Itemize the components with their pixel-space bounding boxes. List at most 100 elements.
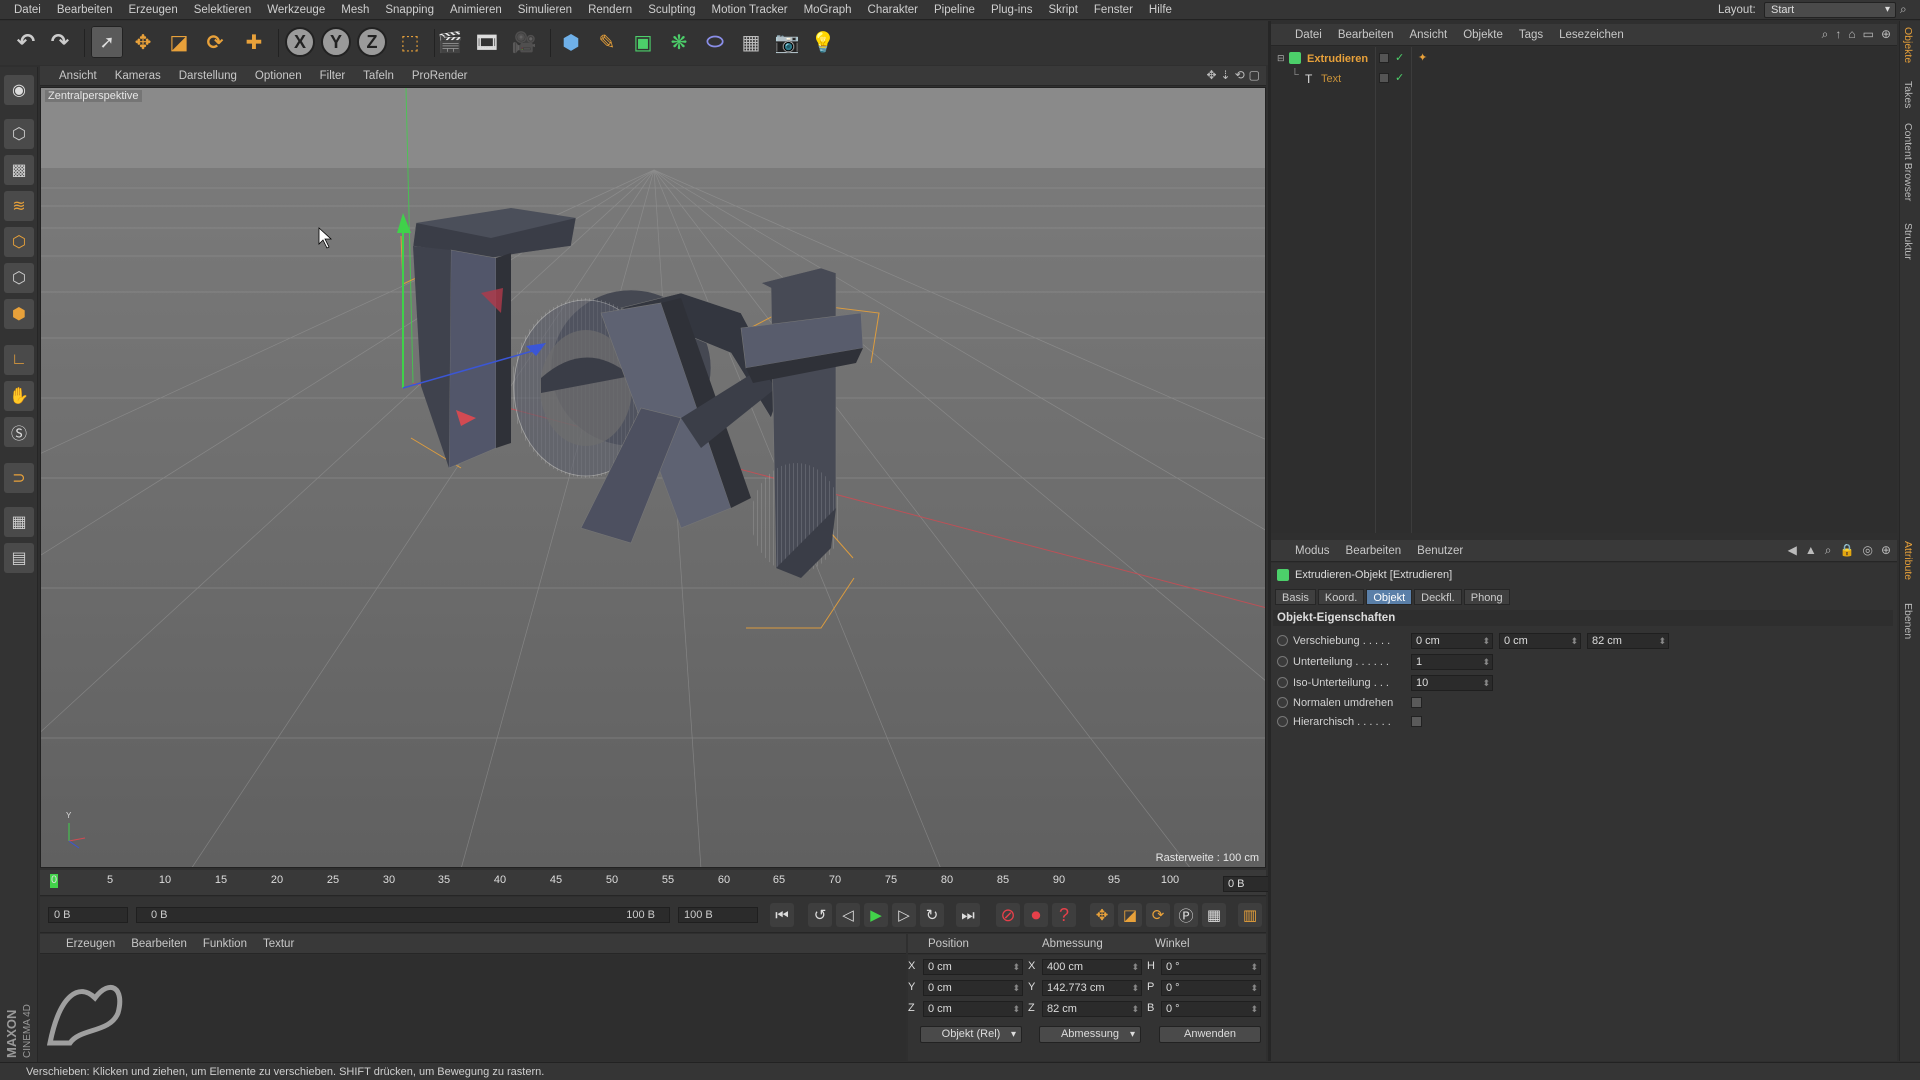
om-menu-objekte[interactable]: Objekte [1455, 24, 1511, 46]
layout-dropdown[interactable]: Start [1764, 2, 1896, 18]
side-tab-takes[interactable]: Takes [1902, 81, 1914, 108]
new-view-icon[interactable]: ▭ [1863, 27, 1874, 42]
object-name[interactable]: Text [1321, 69, 1341, 89]
make-editable-icon[interactable]: ◉ [4, 75, 34, 105]
menu-pipeline[interactable]: Pipeline [926, 0, 983, 20]
menu-rendern[interactable]: Rendern [580, 0, 640, 20]
live-selection-icon[interactable]: ✚ [238, 26, 270, 58]
rotation-h-field[interactable]: 0 ° [1161, 959, 1261, 975]
scale-tool-icon[interactable]: ◪ [163, 26, 195, 58]
menu-snapping[interactable]: Snapping [377, 0, 442, 20]
coordinate-system-icon[interactable]: ⬚ [394, 26, 426, 58]
key-rotation-icon[interactable]: ⟳ [1146, 903, 1170, 927]
y-axis-lock-button[interactable]: Y [320, 26, 352, 58]
unterteilung-field[interactable]: 1 [1411, 654, 1493, 670]
expand-icon[interactable]: ⊕ [1881, 27, 1891, 42]
camera-icon[interactable]: 📷 [771, 26, 803, 58]
cloner-icon[interactable]: ❋ [663, 26, 695, 58]
maximize-view-icon[interactable]: ▢ [1249, 68, 1260, 82]
size-y-field[interactable]: 142.773 cm [1042, 980, 1142, 996]
visibility-dots-icon[interactable] [1379, 73, 1389, 83]
viewport-menu-optionen[interactable]: Optionen [246, 66, 311, 86]
deformer-icon[interactable]: ⬭ [699, 26, 731, 58]
om-menu-lesezeichen[interactable]: Lesezeichen [1551, 24, 1632, 46]
viewport-menu-filter[interactable]: Filter [311, 66, 355, 86]
enabled-check-icon[interactable]: ✓ [1395, 51, 1404, 64]
tab-koord[interactable]: Koord. [1317, 589, 1365, 605]
workplane-icon[interactable]: ≋ [4, 191, 34, 221]
cube-icon[interactable]: ⬢ [555, 26, 587, 58]
snapping-icon[interactable]: Ⓢ [4, 417, 34, 447]
normalen-checkbox[interactable] [1411, 697, 1422, 708]
position-z-field[interactable]: 0 cm [923, 1001, 1023, 1017]
hierarchisch-checkbox[interactable] [1411, 716, 1422, 727]
om-menu-tags[interactable]: Tags [1511, 24, 1551, 46]
settings-icon[interactable]: ◎ [1862, 543, 1872, 558]
object-list[interactable]: ⊟ Extrudieren ✓ ✦ └ T Text ✓ [1271, 47, 1897, 533]
iso-unterteilung-field[interactable]: 10 [1411, 675, 1493, 691]
floor-icon[interactable]: ▦ [735, 26, 767, 58]
rotation-p-field[interactable]: 0 ° [1161, 980, 1261, 996]
animation-radio[interactable] [1277, 635, 1288, 646]
key-position-icon[interactable]: ✥ [1090, 903, 1114, 927]
pen-icon[interactable]: ✎ [591, 26, 623, 58]
texture-mode-icon[interactable]: ▩ [4, 155, 34, 185]
dolly-icon[interactable]: ⇣ [1221, 68, 1231, 82]
menu-hilfe[interactable]: Hilfe [1141, 0, 1180, 20]
menu-selektieren[interactable]: Selektieren [186, 0, 260, 20]
size-x-field[interactable]: 400 cm [1042, 959, 1142, 975]
menu-erzeugen[interactable]: Erzeugen [120, 0, 185, 20]
menu-bearbeiten[interactable]: Bearbeiten [49, 0, 121, 20]
visibility-dots-icon[interactable] [1379, 53, 1389, 63]
menu-plug-ins[interactable]: Plug-ins [983, 0, 1041, 20]
menu-datei[interactable]: Datei [6, 0, 49, 20]
play-icon[interactable]: ▶ [864, 903, 888, 927]
side-tab-attribute[interactable]: Attribute [1902, 541, 1914, 580]
animation-radio[interactable] [1277, 716, 1288, 727]
key-pla-icon[interactable]: ▦ [1202, 903, 1226, 927]
edges-mode-icon[interactable]: ⬡ [4, 263, 34, 293]
select-tool-icon[interactable]: ➚ [91, 26, 123, 58]
key-scale-icon[interactable]: ◪ [1118, 903, 1142, 927]
viewport-menu-darstellung[interactable]: Darstellung [170, 66, 246, 86]
autokey-icon[interactable]: ⏺ [1024, 903, 1048, 927]
timeline-ruler[interactable]: 0 5 10 15 20 25 30 35 40 45 50 55 60 65 … [40, 870, 1303, 896]
position-y-field[interactable]: 0 cm [923, 980, 1023, 996]
menu-mesh[interactable]: Mesh [333, 0, 377, 20]
key-parameter-icon[interactable]: Ⓟ [1174, 903, 1198, 927]
rotate-tool-icon[interactable]: ⟳ [199, 26, 231, 58]
search-icon[interactable]: ⌕ [1822, 27, 1829, 42]
light-icon[interactable]: 💡 [807, 26, 839, 58]
next-key-icon[interactable]: ↻ [920, 903, 944, 927]
menu-skript[interactable]: Skript [1041, 0, 1086, 20]
animation-radio[interactable] [1277, 677, 1288, 688]
pan-icon[interactable]: ✥ [1206, 68, 1216, 82]
verschiebung-z-field[interactable]: 82 cm [1587, 633, 1669, 649]
prev-key-icon[interactable]: ↺ [808, 903, 832, 927]
attr-menu-modus[interactable]: Modus [1287, 540, 1338, 562]
apply-button[interactable]: Anwenden [1159, 1026, 1261, 1043]
menu-werkzeuge[interactable]: Werkzeuge [259, 0, 333, 20]
attr-menu-benutzer[interactable]: Benutzer [1409, 540, 1471, 562]
menu-animieren[interactable]: Animieren [442, 0, 510, 20]
object-row-text[interactable]: └ T Text ✓ [1271, 69, 1897, 89]
preview-range-slider[interactable]: 0 B 100 B [136, 907, 670, 923]
object-row-extrudieren[interactable]: ⊟ Extrudieren ✓ ✦ [1271, 49, 1897, 69]
prev-frame-icon[interactable]: ◁ [836, 903, 860, 927]
menu-mograph[interactable]: MoGraph [796, 0, 860, 20]
verschiebung-y-field[interactable]: 0 cm [1499, 633, 1581, 649]
tag-icon[interactable]: ✦ [1418, 51, 1427, 64]
enabled-check-icon[interactable]: ✓ [1395, 71, 1404, 84]
move-tool-icon[interactable]: ✥ [127, 26, 159, 58]
collapse-icon[interactable]: ⊟ [1277, 53, 1285, 64]
animation-radio[interactable] [1277, 697, 1288, 708]
model-mode-icon[interactable]: ⬡ [4, 119, 34, 149]
tab-objekt[interactable]: Objekt [1366, 589, 1413, 605]
menu-charakter[interactable]: Charakter [860, 0, 927, 20]
back-arrow-icon[interactable]: ◀ [1788, 543, 1797, 558]
goto-start-icon[interactable]: ⏮ [770, 903, 794, 927]
material-menu-bearbeiten[interactable]: Bearbeiten [123, 934, 195, 954]
tab-phong[interactable]: Phong [1463, 589, 1510, 605]
redo-icon[interactable]: ↷ [44, 26, 76, 58]
side-tab-content-browser[interactable]: Content Browser [1902, 123, 1914, 201]
